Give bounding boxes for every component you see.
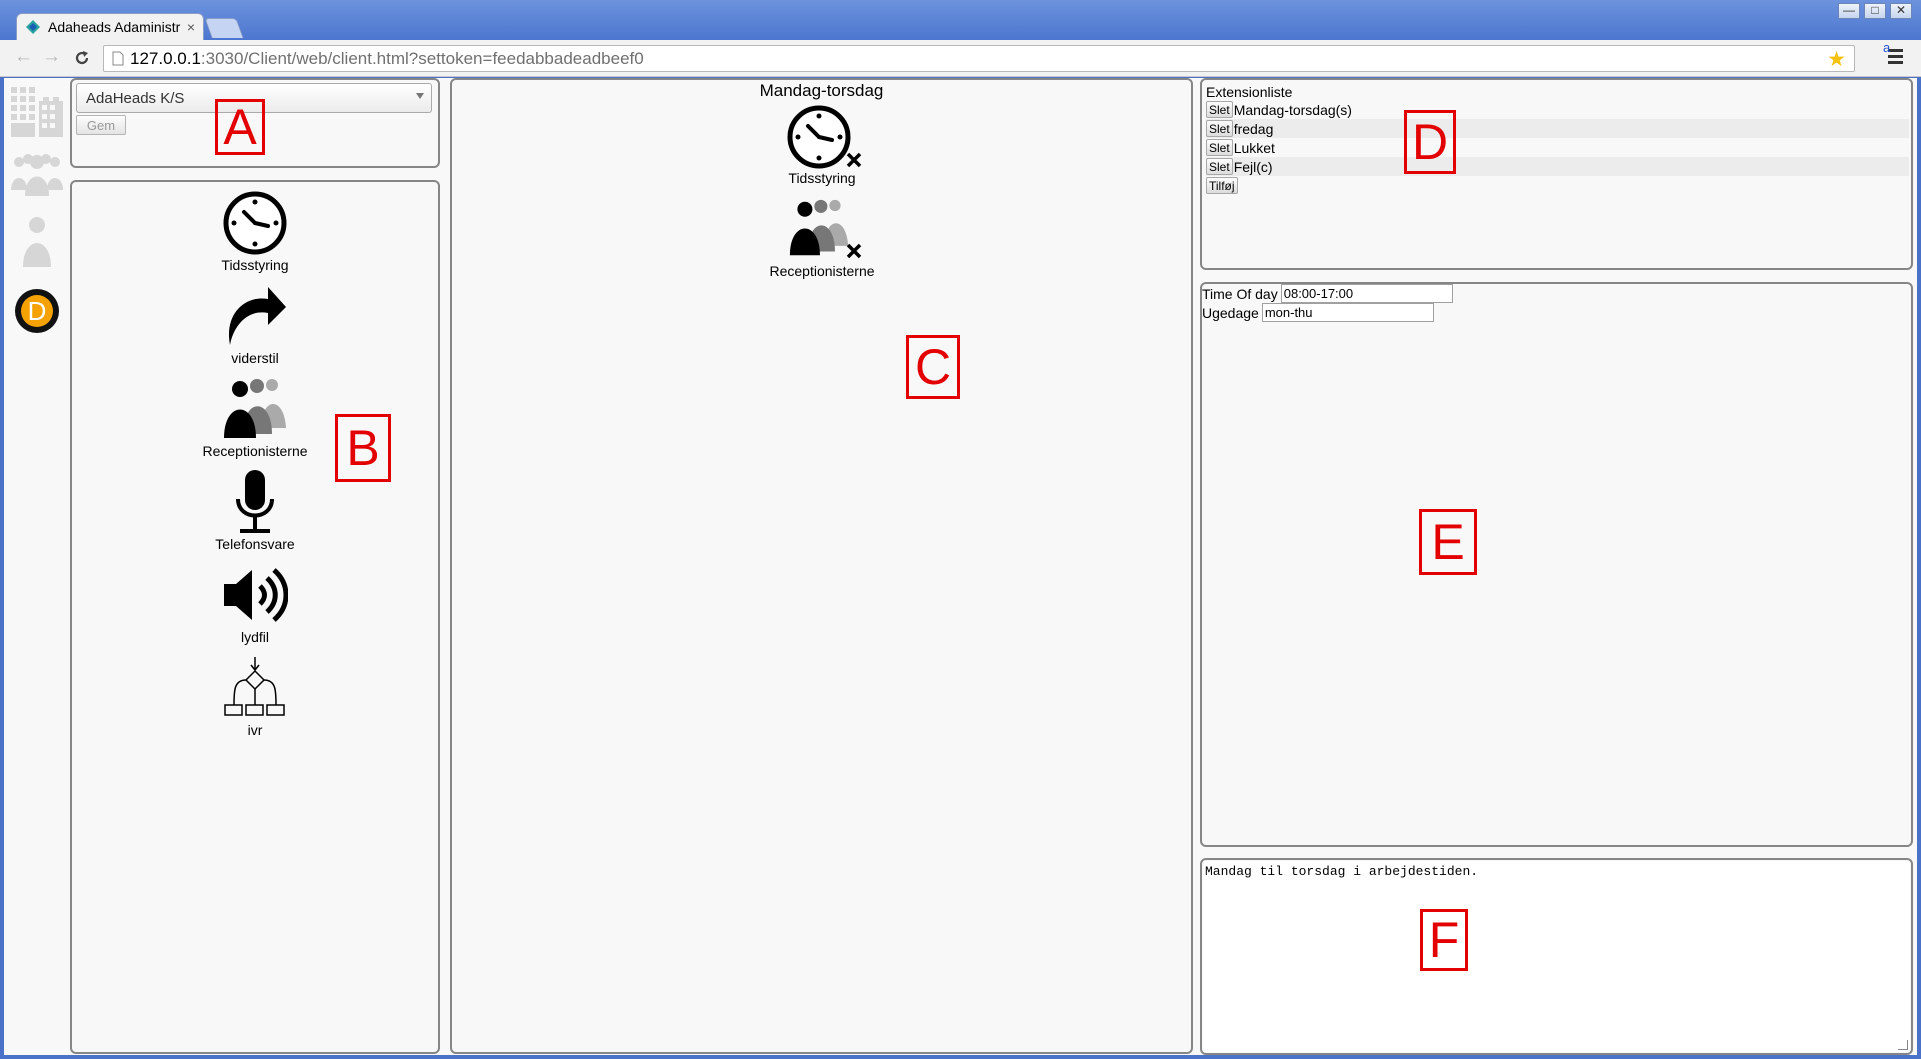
- weekday-input[interactable]: [1261, 303, 1434, 322]
- time-of-day-input[interactable]: [1280, 284, 1453, 303]
- delete-extension-button[interactable]: Slet: [1206, 139, 1233, 156]
- time-of-day-row: Time Of day: [1202, 284, 1453, 303]
- clock-icon: [223, 191, 287, 255]
- building-icon: [11, 87, 63, 137]
- url-host: 127.0.0.1: [130, 48, 201, 68]
- delete-extension-button[interactable]: Slet: [1206, 158, 1233, 175]
- time-of-day-label: Time Of day: [1202, 285, 1278, 302]
- nav-dialplan[interactable]: D: [9, 288, 65, 344]
- extension-name[interactable]: Mandag-torsdag(s): [1234, 102, 1352, 118]
- forward-arrow-icon: [228, 287, 286, 345]
- reload-icon[interactable]: [73, 49, 91, 67]
- ivr-tree-icon: [224, 657, 285, 716]
- back-arrow-icon[interactable]: ←: [14, 46, 33, 68]
- organisation-select-value: AdaHeads K/S: [86, 90, 185, 107]
- dialplan-item-label: Tidsstyring: [788, 170, 856, 186]
- forward-arrow-icon[interactable]: →: [42, 46, 61, 68]
- annotation-e: E: [1419, 509, 1477, 575]
- properties-panel: Time Of day Ugedage: [1200, 282, 1913, 847]
- palette-item-viderstil[interactable]: viderstil: [72, 283, 438, 366]
- app-page: D AdaHeads K/S Gem Tidsstyring viderstil: [4, 78, 1917, 1055]
- browser-tab[interactable]: Adaheads Adaministr ×: [16, 13, 204, 40]
- dialplan-title: Mandag-torsdag: [759, 81, 884, 100]
- annotation-d: D: [1404, 110, 1456, 174]
- palette-label: Tidsstyring: [221, 257, 289, 273]
- palette-label: Receptionisterne: [202, 443, 308, 459]
- extension-name[interactable]: fredag: [1234, 121, 1274, 137]
- dialplan-item-label: Receptionisterne: [769, 263, 875, 279]
- dialplan-letter: D: [28, 296, 47, 326]
- browser-titlebar: Adaheads Adaministr × — □ ✕: [0, 0, 1921, 40]
- extension-icon[interactable]: a: [1883, 40, 1890, 55]
- list-item[interactable]: Slet Mandag-torsdag(s): [1206, 100, 1909, 119]
- palette-label: lydfil: [240, 629, 269, 645]
- chevron-down-icon: [416, 93, 424, 99]
- adaheads-favicon-icon: [26, 20, 40, 34]
- annotation-b: B: [335, 414, 391, 482]
- dialplan-canvas[interactable]: Mandag-torsdag Tidsstyring Receptioniste…: [450, 78, 1193, 1054]
- palette-label: viderstil: [231, 350, 279, 366]
- dialplan-item-tidsstyring[interactable]: Tidsstyring: [752, 104, 892, 186]
- nav-contacts[interactable]: [9, 213, 65, 269]
- add-extension-button[interactable]: Tilføj: [1206, 177, 1238, 194]
- page-icon: [112, 51, 124, 66]
- nav-organisations[interactable]: [9, 83, 65, 139]
- person-icon: [23, 217, 51, 267]
- resize-handle[interactable]: [1898, 1040, 1908, 1050]
- dialplan-item-receptionisterne[interactable]: Receptionisterne: [752, 197, 892, 279]
- new-tab-button[interactable]: [204, 18, 244, 38]
- microphone-icon: [236, 470, 274, 533]
- palette-item-ivr[interactable]: ivr: [72, 655, 438, 738]
- extension-list: Slet Mandag-torsdag(s) Slet fredag Slet …: [1206, 100, 1909, 176]
- clock-icon: [787, 105, 851, 169]
- component-palette: Tidsstyring viderstil Receptionisterne T…: [70, 180, 440, 1054]
- people-icon: [11, 154, 63, 196]
- extension-list-panel: Extensionliste Slet Mandag-torsdag(s) Sl…: [1200, 78, 1913, 270]
- tab-title: Adaheads Adaministr: [48, 19, 181, 35]
- close-window-button[interactable]: ✕: [1890, 3, 1912, 19]
- browser-toolbar: ← → 127.0.0.1:3030/Client/web/client.htm…: [0, 40, 1921, 77]
- dialplan-d-icon: D: [15, 289, 59, 333]
- extension-name[interactable]: Lukket: [1234, 140, 1275, 156]
- speaker-icon: [224, 568, 288, 622]
- tab-close-icon[interactable]: ×: [187, 19, 195, 35]
- list-item[interactable]: Slet fredag: [1206, 119, 1909, 138]
- extension-list-title: Extensionliste: [1206, 84, 1293, 100]
- maximize-button[interactable]: □: [1864, 3, 1886, 19]
- palette-label: Telefonsvare: [215, 536, 295, 552]
- palette-label: ivr: [247, 722, 263, 738]
- delete-extension-button[interactable]: Slet: [1206, 120, 1233, 137]
- annotation-c: C: [906, 335, 960, 399]
- palette-item-tidsstyring[interactable]: Tidsstyring: [72, 190, 438, 273]
- annotation-f: F: [1420, 909, 1468, 971]
- url-path: :3030/Client/web/client.html?settoken=fe…: [200, 48, 644, 68]
- browser-menu-icon[interactable]: [1888, 49, 1903, 67]
- receptionists-icon: [224, 379, 286, 438]
- palette-item-lydfil[interactable]: lydfil: [72, 562, 438, 645]
- extension-name[interactable]: Fejl(c): [1234, 159, 1273, 175]
- remove-x-icon[interactable]: [846, 243, 862, 259]
- remove-x-icon[interactable]: [846, 152, 862, 168]
- weekday-label: Ugedage: [1202, 304, 1259, 321]
- save-button[interactable]: Gem: [76, 115, 126, 135]
- list-item[interactable]: Slet Lukket: [1206, 138, 1909, 157]
- list-item[interactable]: Slet Fejl(c): [1206, 157, 1909, 176]
- bookmark-star-icon[interactable]: ★: [1827, 47, 1846, 72]
- address-bar[interactable]: 127.0.0.1:3030/Client/web/client.html?se…: [103, 45, 1855, 72]
- weekday-row: Ugedage: [1202, 303, 1434, 322]
- main-navigation: D: [4, 78, 68, 1055]
- nav-receptions[interactable]: [9, 148, 65, 204]
- annotation-a: A: [215, 99, 265, 155]
- delete-extension-button[interactable]: Slet: [1206, 101, 1233, 118]
- receptionists-icon: [789, 199, 849, 256]
- description-panel: Mandag til torsdag i arbejdestiden.: [1200, 858, 1913, 1055]
- minimize-button[interactable]: —: [1838, 3, 1860, 19]
- description-textarea[interactable]: Mandag til torsdag i arbejdestiden.: [1203, 861, 1910, 1052]
